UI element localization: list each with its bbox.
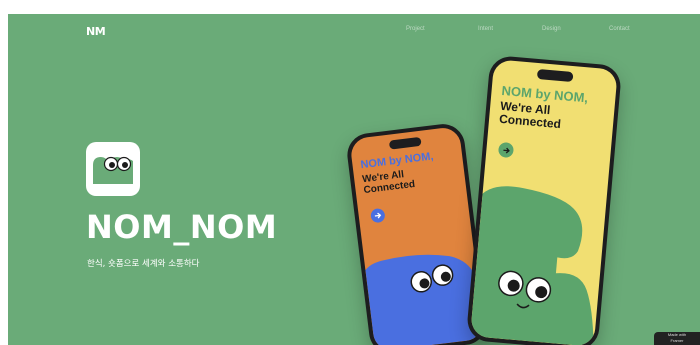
app-tagline: 한식, 숏폼으로 세계와 소통하다 (87, 259, 200, 269)
nav-item-project[interactable]: Project (406, 26, 425, 32)
green-mascot-graphic (470, 186, 594, 345)
app-icon (86, 142, 140, 196)
phone-mockup-yellow: NOM by NOM, We're All Connected (465, 54, 623, 345)
nav-item-intent[interactable]: Intent (478, 26, 493, 32)
arrow-right-icon (502, 147, 510, 153)
phone-subtitle: We're All Connected (498, 98, 562, 132)
nav-item-design[interactable]: Design (542, 26, 561, 32)
app-name: NOM_NOM (86, 208, 278, 246)
top-nav: Project Intent Design Contact (8, 26, 700, 38)
phone-notch (536, 68, 574, 83)
phone-notch (388, 136, 422, 150)
phone-screen: NOM by NOM, We're All Connected (349, 126, 485, 345)
phone-arrow-button[interactable] (370, 207, 386, 224)
blue-mascot-graphic (362, 254, 485, 345)
hero-section: NM Project Intent Design Contact NOM_NOM… (8, 14, 700, 345)
phone-screen: NOM by NOM, We're All Connected (470, 59, 618, 345)
nom-mascot-icon (93, 156, 133, 184)
arrow-right-icon (374, 212, 382, 219)
nav-item-contact[interactable]: Contact (609, 26, 630, 32)
phone-arrow-button[interactable] (497, 141, 515, 159)
made-with-framer-badge[interactable]: Made with Framer (654, 332, 700, 345)
